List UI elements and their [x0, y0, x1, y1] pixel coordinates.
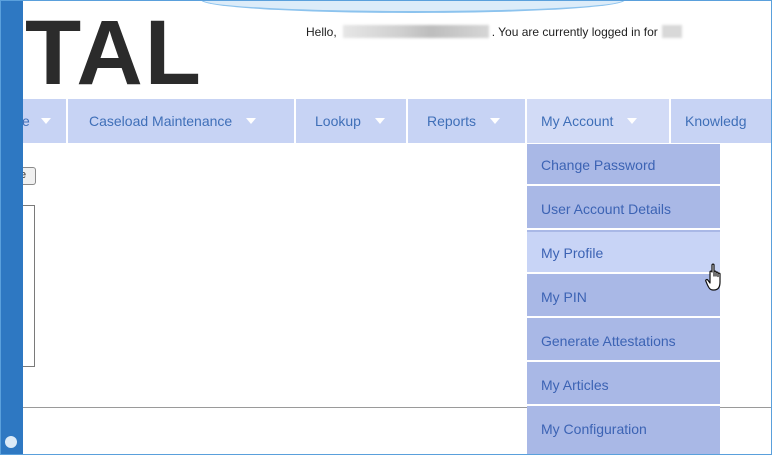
- caret-down-icon: [246, 118, 257, 124]
- caret-down-icon: [374, 118, 385, 124]
- menu-item-my-configuration[interactable]: My Configuration: [527, 408, 720, 450]
- nav-item-knowledge[interactable]: Knowledg: [685, 99, 771, 143]
- login-greeting: Hello, . You are currently logged in for: [306, 25, 682, 39]
- caret-down-icon: [627, 118, 638, 124]
- menu-item-my-profile[interactable]: My Profile: [527, 232, 720, 274]
- menu-item-generate-attestations[interactable]: Generate Attestations: [527, 320, 720, 362]
- nav-item-caseload-maintenance[interactable]: Caseload Maintenance: [89, 99, 289, 143]
- app-window: TAL Hello, . You are currently logged in …: [0, 0, 772, 455]
- redacted-organization: [661, 25, 682, 38]
- hand-pointer-icon: [705, 263, 721, 291]
- nav-item-label: My Account: [541, 113, 614, 129]
- greeting-prefix: Hello,: [306, 25, 337, 39]
- nav-item-label: e: [22, 113, 30, 129]
- redacted-username: [342, 25, 489, 38]
- menu-item-my-articles[interactable]: My Articles: [527, 364, 720, 406]
- nav-item-partial-left[interactable]: e: [22, 99, 64, 143]
- app-logo: TAL: [25, 2, 204, 104]
- nav-item-lookup[interactable]: Lookup: [315, 99, 413, 143]
- caret-down-icon: [490, 118, 501, 124]
- nav-divider: [294, 99, 296, 143]
- caret-down-icon: [40, 118, 51, 124]
- menu-item-change-password[interactable]: Change Password: [527, 144, 720, 186]
- main-navigation: e Caseload Maintenance Lookup Reports My…: [22, 99, 771, 143]
- partial-text-area[interactable]: [23, 205, 35, 367]
- nav-item-label: Caseload Maintenance: [89, 113, 233, 129]
- greeting-suffix: . You are currently logged in for: [491, 25, 658, 39]
- screenshot-frame-decoration: [201, 1, 625, 13]
- nav-divider: [66, 99, 68, 143]
- menu-item-user-account-details[interactable]: User Account Details: [527, 188, 720, 230]
- partial-button[interactable]: e: [23, 167, 36, 185]
- nav-divider: [669, 99, 671, 143]
- my-account-dropdown-menu: Change Password User Account Details My …: [527, 144, 720, 454]
- screenshot-frame-edge: [1, 1, 23, 454]
- menu-item-my-pin[interactable]: My PIN: [527, 276, 720, 318]
- nav-item-label: Lookup: [315, 113, 361, 129]
- nav-item-reports[interactable]: Reports: [427, 99, 523, 143]
- nav-divider: [406, 99, 408, 143]
- nav-item-label: Knowledg: [685, 113, 747, 129]
- nav-item-my-account[interactable]: My Account: [527, 99, 669, 143]
- nav-item-label: Reports: [427, 113, 477, 129]
